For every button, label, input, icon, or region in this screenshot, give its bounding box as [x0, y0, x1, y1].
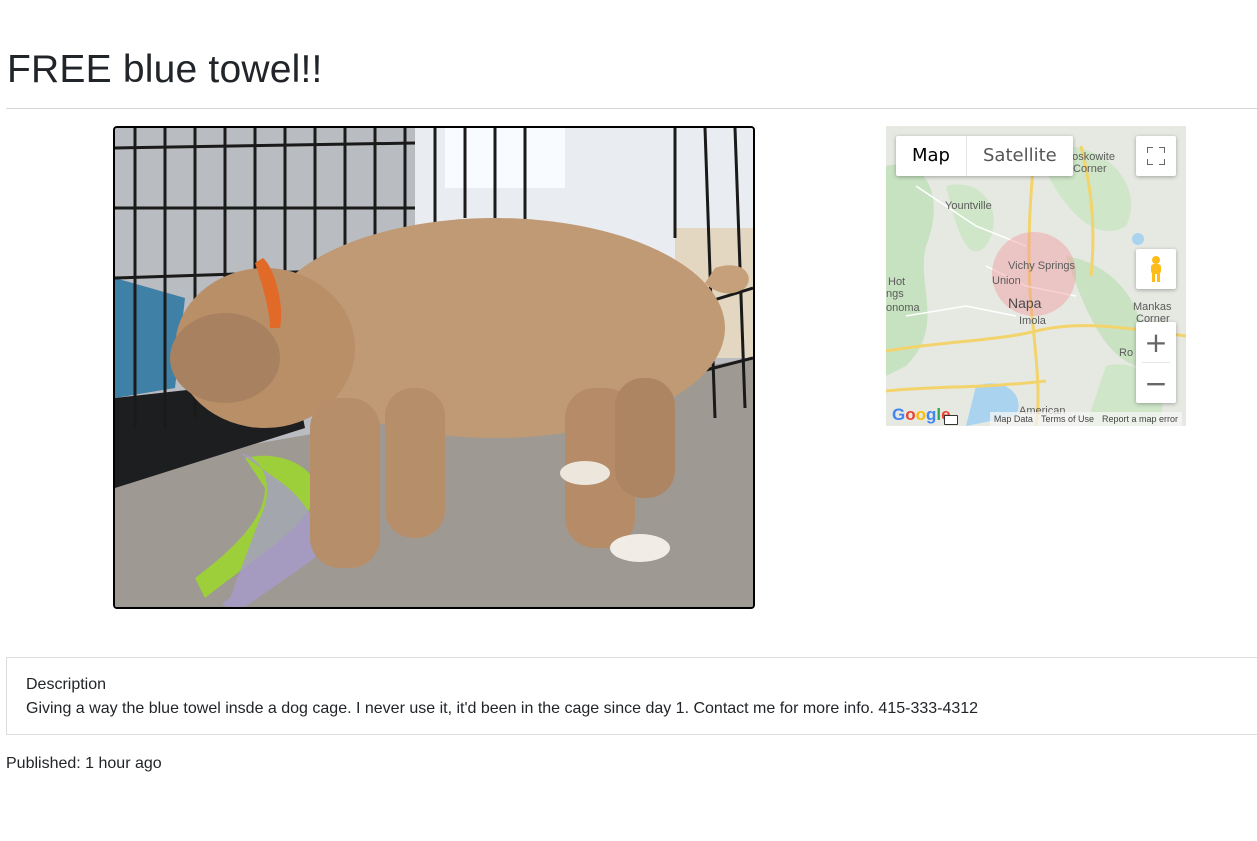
map-label: Mankas: [1133, 301, 1172, 313]
street-view-button[interactable]: [1136, 249, 1176, 289]
published-timestamp: Published: 1 hour ago: [6, 755, 162, 772]
puppy-photo-illustration: [115, 128, 753, 607]
map-label: Hot: [888, 276, 906, 288]
report-map-error-link[interactable]: Report a map error: [1102, 412, 1178, 426]
description-box: Description Giving a way the blue towel …: [6, 657, 1257, 735]
map-label: Yountville: [945, 200, 992, 212]
listing-photo[interactable]: [113, 126, 755, 609]
description-text: Giving a way the blue towel insde a dog …: [26, 700, 979, 717]
fullscreen-icon: [1147, 147, 1165, 165]
map-footer-links: Map Data Terms of Use Report a map error: [989, 412, 1182, 426]
keyboard-icon[interactable]: [944, 415, 958, 425]
page-title: FREE blue towel!!: [7, 48, 323, 91]
title-divider: [6, 108, 1257, 109]
description-label: Description: [26, 676, 107, 693]
map-label: onoma: [886, 302, 920, 314]
zoom-out-button[interactable]: −: [1136, 363, 1176, 403]
map-type-map-button[interactable]: Map: [896, 136, 966, 176]
map-type-control: Map Satellite: [896, 136, 1073, 176]
zoom-control: + −: [1136, 322, 1176, 403]
map-footer: Google Map Data Terms of Use Report a ma…: [886, 405, 1186, 426]
map-type-satellite-button[interactable]: Satellite: [966, 136, 1073, 176]
map-label: ngs: [886, 288, 904, 300]
map-data-link[interactable]: Map Data: [994, 412, 1033, 426]
zoom-in-button[interactable]: +: [1136, 322, 1176, 362]
map-label: Corner: [1073, 163, 1107, 175]
map-label: Union: [992, 275, 1021, 287]
map-label: Ro: [1119, 347, 1134, 359]
terms-of-use-link[interactable]: Terms of Use: [1041, 412, 1094, 426]
google-logo: Google: [892, 405, 951, 424]
fullscreen-button[interactable]: [1136, 136, 1176, 176]
location-map[interactable]: Moskowite Corner Yountville Vichy Spring…: [886, 126, 1186, 426]
map-label: Imola: [1019, 315, 1046, 327]
pegman-icon: [1151, 256, 1161, 282]
map-label: Napa: [1008, 295, 1042, 311]
map-label: Vichy Springs: [1008, 260, 1076, 272]
